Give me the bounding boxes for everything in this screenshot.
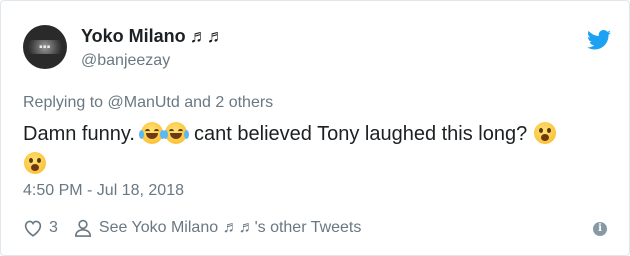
like-count[interactable]: 3 — [49, 219, 58, 237]
reply-mention-link[interactable]: @ManUtd — [108, 94, 180, 111]
reply-prefix: Replying to — [23, 94, 104, 111]
avatar-image: ▪▪▪ — [28, 40, 62, 54]
avatar[interactable]: ▪▪▪ — [23, 25, 67, 69]
embedded-tweet-card: ▪▪▪ Yoko Milano ♬♬ @banjeezay Replying to… — [0, 0, 630, 256]
astonished-face-emoji — [533, 122, 556, 144]
tweet-footer: 3 See Yoko Milano ♬♬'s other Tweets — [23, 217, 613, 239]
tweet-text: Damn funny. cant believed Tony laughed t… — [23, 119, 613, 179]
tweet-timestamp[interactable]: 4:50 PM - Jul 18, 2018 — [23, 182, 184, 200]
see-other-prefix: See Yoko Milano — [98, 219, 219, 236]
tweet-text-part1: Damn funny. — [23, 123, 135, 145]
see-other-suffix: 's other Tweets — [254, 219, 362, 236]
tears-of-joy-emoji — [163, 122, 190, 144]
heart-icon[interactable] — [23, 219, 43, 237]
author-name-text: Yoko Milano — [81, 26, 186, 46]
twitter-bird-icon[interactable] — [587, 30, 611, 50]
hushed-face-emoji — [24, 152, 46, 174]
tweet-text-part2: cant believed Tony laughed this long? — [194, 123, 528, 145]
author-name[interactable]: Yoko Milano ♬♬ — [81, 26, 225, 47]
person-icon — [74, 219, 91, 237]
music-notes-icon: ♬♬ — [189, 26, 225, 46]
reply-others-link[interactable]: and 2 others — [184, 94, 273, 111]
see-other-tweets-link[interactable]: See Yoko Milano ♬♬'s other Tweets — [99, 219, 361, 237]
music-notes-icon: ♬♬ — [222, 219, 255, 236]
info-icon[interactable]: i — [593, 222, 607, 236]
reply-context: Replying to @ManUtd and 2 others — [23, 94, 273, 112]
tears-of-joy-emoji — [139, 122, 166, 144]
author-handle[interactable]: @banjeezay — [81, 52, 170, 70]
